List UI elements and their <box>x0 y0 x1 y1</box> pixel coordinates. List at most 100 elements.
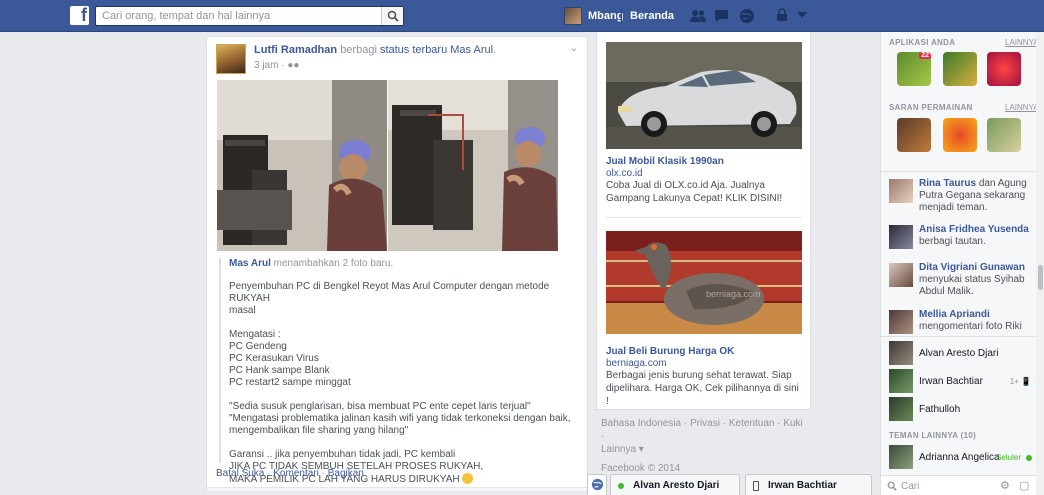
app-notification-badge: 22 <box>919 52 931 59</box>
page-scrollbar-track[interactable] <box>1036 32 1044 495</box>
right-sidebar: APLIKASI ANDA LAINNYA 22 SARAN PERMAINAN… <box>880 32 1044 495</box>
footer-more-link[interactable]: Lainnya ▾ <box>601 443 806 456</box>
ticker-item[interactable]: Rina Taurus dan Agung Putra Gegana sekar… <box>889 178 1035 214</box>
chat-avatar <box>889 341 913 365</box>
status-text-line: mengembalikan file sharing yang hilang" <box>229 425 409 436</box>
chat-options-gear-icon[interactable]: ⚙ <box>1000 479 1010 492</box>
chat-avatar <box>889 445 913 469</box>
chat-tab[interactable]: Alvan Aresto Djari <box>610 474 740 495</box>
story-photo-1[interactable] <box>217 80 387 251</box>
games-section-header: SARAN PERMAINAN <box>889 103 973 112</box>
search-icon <box>387 10 399 22</box>
story-period: . <box>493 44 497 56</box>
ticker-user-name: Mellia Apriandi <box>919 309 990 320</box>
chat-tab-name: Irwan Bachtiar <box>768 480 837 491</box>
search-box <box>95 6 404 26</box>
app-icon[interactable]: 22 <box>897 52 931 86</box>
facebook-logo[interactable]: f <box>70 5 89 25</box>
privacy-shortcuts-icon[interactable] <box>775 8 792 24</box>
ticker-user-name: Rina Taurus <box>919 178 977 189</box>
page-scrollbar-thumb[interactable] <box>1038 265 1043 290</box>
ticker-item[interactable]: Anisa Fridhea Yusenda berbagi tautan. <box>889 224 1035 249</box>
game-suggestion-icon[interactable] <box>897 118 931 152</box>
status-text-line: Mengatasi : <box>229 329 281 340</box>
status-text-line: PC Hank sampe Blank <box>229 365 330 376</box>
story-author-name[interactable]: Lutfi Ramadhan <box>254 44 337 56</box>
messages-icon[interactable] <box>713 8 730 24</box>
ticker-item[interactable]: Dita Vigriani Gunawan menyukai status Sy… <box>889 262 1035 298</box>
settings-dropdown-icon[interactable] <box>797 12 807 20</box>
app-icon[interactable] <box>943 52 977 86</box>
status-text-line: Garansi .. jika penyembuhan tidak jadi, … <box>229 449 456 460</box>
user-name: Mbang <box>588 10 624 22</box>
story-options-chevron-icon[interactable]: ⌄ <box>570 43 578 54</box>
online-status-dot <box>1026 455 1032 461</box>
ticker-avatar <box>889 179 913 203</box>
status-text-line: "Mengatasi problematika jalinan kasih wi… <box>229 413 571 424</box>
ad-title[interactable]: Jual Beli Burung Harga OK <box>606 346 734 357</box>
chat-tab[interactable]: Irwan Bachtiar <box>745 474 872 495</box>
ticker-avatar <box>889 263 913 287</box>
shared-status-action: menambahkan 2 foto baru. <box>273 258 394 269</box>
ad-divider <box>606 217 802 218</box>
chat-friend-item[interactable]: Adrianna Angelica Seluler <box>889 445 1035 469</box>
chat-friend-item[interactable]: Alvan Aresto Djari <box>889 341 1035 365</box>
status-text-line: PC restart2 sampe minggat <box>229 377 351 388</box>
search-icon <box>887 481 897 491</box>
games-more-link[interactable]: LAINNYA <box>1005 103 1039 112</box>
story-author-avatar[interactable] <box>216 44 246 74</box>
ad-domain[interactable]: olx.co.id <box>606 168 643 179</box>
search-button[interactable] <box>381 7 403 25</box>
app-icon[interactable] <box>987 52 1021 86</box>
story-header: Lutfi Ramadhan berbagi status terbaru Ma… <box>254 44 496 56</box>
ticker-avatar <box>889 310 913 334</box>
story-verb: berbagi <box>340 44 377 56</box>
online-status-dot <box>618 483 624 489</box>
chat-avatar <box>889 369 913 393</box>
ad-description[interactable]: Berbagai jenis burung sehat terawat. Sia… <box>606 369 802 408</box>
mobile-status-label: Seluler <box>996 453 1021 462</box>
story-photo-2[interactable] <box>388 80 558 251</box>
chat-friend-name: Fathulloh <box>919 404 961 415</box>
game-suggestion-icon[interactable] <box>943 118 977 152</box>
chat-popout-icon[interactable]: ▢ <box>1019 479 1029 492</box>
profile-link[interactable]: Mbang <box>564 7 623 25</box>
ad-image-car[interactable] <box>606 42 802 149</box>
search-input[interactable] <box>96 7 381 25</box>
chat-friend-name: Adrianna Angelica <box>919 452 1000 463</box>
chat-friend-item[interactable]: Irwan Bachtiar 1+ 📱 <box>889 369 1035 393</box>
status-text-line: Penyembuhan PC di Bengkel Reyot Mas Arul… <box>229 281 550 304</box>
other-friends-header: TEMAN LAINNYA (10) <box>889 431 977 440</box>
status-quotes: "Sedia susuk penglarisan, bisa membuat P… <box>229 401 579 437</box>
friend-requests-icon[interactable] <box>689 8 706 24</box>
meta-separator: · <box>278 60 288 71</box>
ticker-item[interactable]: Mellia Apriandi mengomentari foto Riki <box>889 309 1035 334</box>
story-timestamp[interactable]: 3 jam <box>254 60 278 71</box>
home-link[interactable]: Beranda <box>630 10 674 22</box>
comment-link[interactable]: Komentari <box>273 468 319 479</box>
ad-title[interactable]: Jual Mobil Klasik 1990an <box>606 156 724 167</box>
ticker-user-name: Anisa Fridhea Yusenda <box>919 224 1029 235</box>
shared-status-author[interactable]: Mas Arul <box>229 258 271 269</box>
nav-divider <box>621 9 622 23</box>
game-suggestion-icon[interactable] <box>987 118 1021 152</box>
apps-more-link[interactable]: LAINNYA <box>1005 38 1039 47</box>
ad-image-bird[interactable]: berniaga.com <box>606 231 802 334</box>
chat-search-input[interactable] <box>901 479 991 493</box>
ad-domain[interactable]: berniaga.com <box>606 358 667 369</box>
footer-links[interactable]: Bahasa Indonesia · Privasi · Ketentuan ·… <box>601 417 806 443</box>
chat-avatar <box>889 397 913 421</box>
unlike-link[interactable]: Batal Suka <box>216 468 264 479</box>
story-actions: Batal Suka · Komentari · Bagikan <box>216 468 364 479</box>
ad-description[interactable]: Coba Jual di OLX.co.id Aja. Jualnya Gamp… <box>606 179 802 205</box>
share-link[interactable]: Bagikan <box>328 468 364 479</box>
chat-friend-item[interactable]: Fathulloh <box>889 397 1035 421</box>
chat-friend-status: 1+ 📱 <box>1009 377 1031 386</box>
notifications-icon[interactable] <box>739 8 756 24</box>
status-text-line: PC Kerasukan Virus <box>229 353 319 364</box>
chat-globe-icon[interactable] <box>587 474 607 495</box>
story-shared-status-link[interactable]: status terbaru Mas Arul <box>380 44 493 56</box>
status-text-line: masal <box>229 305 256 316</box>
ad-image-watermark: berniaga.com <box>706 289 761 299</box>
chat-friend-name: Irwan Bachtiar <box>919 376 983 387</box>
